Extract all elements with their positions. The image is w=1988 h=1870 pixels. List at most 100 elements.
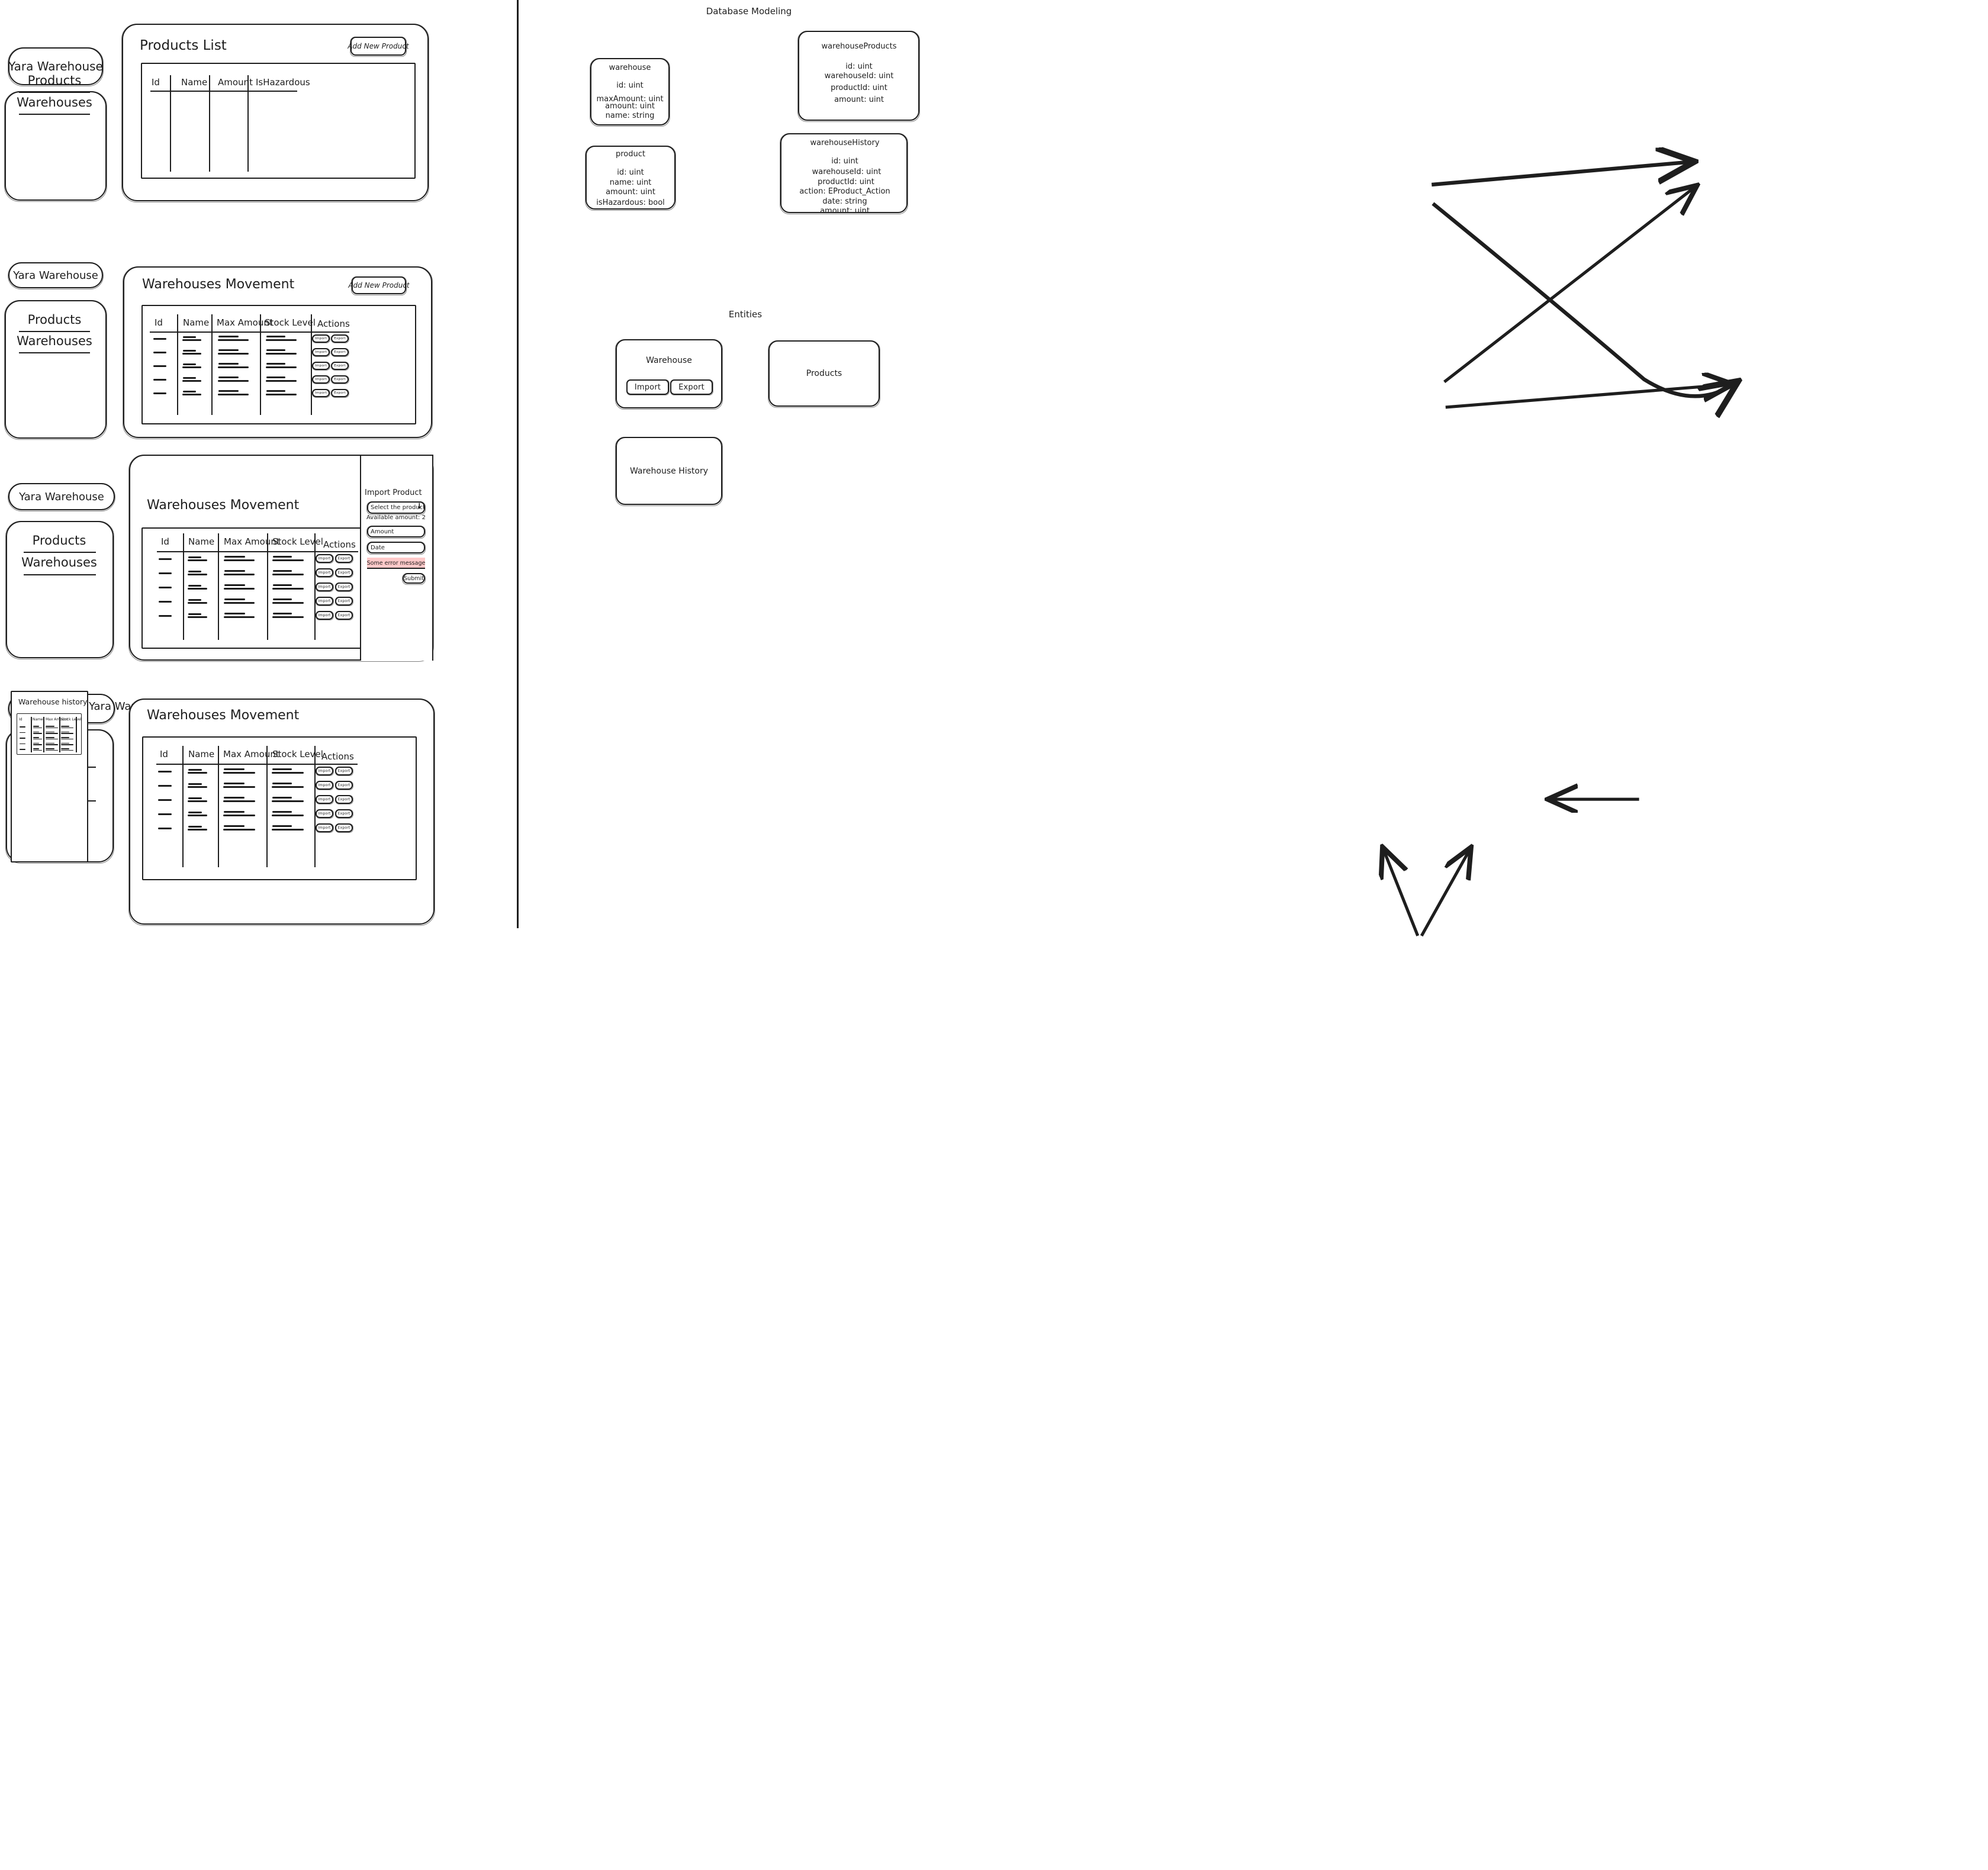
cell-placeholder-line [272, 825, 292, 827]
error-message: Some error message [366, 560, 426, 567]
row-import-button-3[interactable]: Import [315, 568, 334, 578]
modal-col-sep-a [31, 717, 32, 752]
cell-placeholder-line [188, 599, 201, 601]
cell-placeholder-line [188, 786, 207, 788]
db-field-whp-2: productId: uint [831, 83, 887, 92]
relation-warehouse-to-warehousehistory [1432, 202, 1735, 396]
row-export-button-2[interactable]: Export [330, 348, 349, 357]
row-import-button-3[interactable]: Import [315, 597, 334, 606]
row-import-button-2-label: Import [315, 391, 327, 395]
db-field-product-2: amount: uint [606, 188, 655, 197]
row-export-button-4-label: Export [337, 812, 350, 816]
row-export-button-3[interactable]: Export [334, 582, 353, 592]
table-col-sep-3b [218, 533, 219, 640]
table-col-sep-1c [247, 75, 249, 172]
cell-placeholder-line [61, 733, 73, 734]
row-export-button-2[interactable]: Export [330, 375, 349, 384]
db-field-whh-4: date: string [822, 197, 867, 206]
cell-placeholder-line [33, 742, 39, 744]
cell-placeholder-line [224, 768, 245, 770]
sidebar-item-products-2[interactable]: Products [28, 314, 82, 326]
row-import-button-2[interactable]: Import [311, 334, 330, 343]
db-field-product-3: isHazardous: bool [596, 198, 665, 207]
cell-placeholder-line [272, 574, 304, 575]
cell-placeholder-line [183, 363, 196, 365]
table-col-sep-2c [260, 314, 261, 415]
row-export-button-4-label: Export [337, 826, 350, 830]
row-export-button-2[interactable]: Export [330, 389, 349, 398]
cell-placeholder-line [188, 574, 207, 575]
row-import-button-4[interactable]: Import [315, 823, 334, 833]
cell-placeholder-line [224, 574, 255, 575]
cell-placeholder-line [272, 772, 304, 774]
row-export-button-4[interactable]: Export [334, 781, 353, 790]
sidebar-item-products-3[interactable]: Products [33, 535, 86, 547]
sidebar-item-warehouses-3[interactable]: Warehouses [21, 556, 97, 569]
row-export-button-4[interactable]: Export [334, 795, 353, 804]
cell-placeholder-line [159, 615, 172, 617]
cell-placeholder-line [272, 783, 292, 784]
cell-placeholder-line [33, 748, 39, 749]
cell-placeholder-line [266, 390, 285, 392]
db-field-whh-5: amount: uint [820, 207, 870, 215]
row-export-button-4[interactable]: Export [334, 809, 353, 819]
row-import-button-4-label: Import [318, 783, 331, 787]
entity-warehouse-export-label: Export [678, 382, 705, 392]
table-header-rule-3 [157, 551, 358, 552]
db-field-whh-1: warehouseId: uint [812, 168, 882, 176]
cell-placeholder-line [153, 379, 166, 381]
row-import-button-2[interactable]: Import [311, 389, 330, 398]
cell-placeholder-line [158, 828, 172, 829]
row-import-button-3[interactable]: Import [315, 611, 334, 620]
sidebar-item-products-1[interactable]: Products [28, 75, 82, 87]
cell-placeholder-line [182, 366, 201, 368]
row-import-button-2[interactable]: Import [311, 348, 330, 357]
cell-placeholder-line [182, 380, 201, 382]
brand-label-1: Yara Warehouse [8, 59, 103, 73]
row-import-button-4[interactable]: Import [315, 809, 334, 819]
relation-product-to-warehouseproducts [1443, 187, 1695, 384]
cell-placeholder-line [218, 353, 249, 355]
table-col-sep-2a [177, 314, 178, 415]
table-header-maxamount-3: Max Amount [224, 536, 280, 547]
row-export-button-3-label: Export [337, 571, 350, 575]
row-import-button-3[interactable]: Import [315, 554, 334, 564]
row-import-button-2[interactable]: Import [311, 375, 330, 384]
entity-warehouse-export-button[interactable]: Export [670, 379, 713, 395]
cell-placeholder-line [158, 799, 172, 801]
cell-placeholder-line [266, 336, 285, 337]
chevron-down-icon[interactable]: ↓ [416, 503, 423, 510]
row-import-button-3[interactable]: Import [315, 582, 334, 592]
page-title-3: Warehouses Movement [147, 498, 300, 513]
relation-product-to-warehousehistory [1445, 384, 1730, 409]
cell-placeholder-line [61, 748, 69, 749]
sidebar-item-warehouses-2[interactable]: Warehouses [17, 335, 92, 347]
row-import-button-4[interactable]: Import [315, 781, 334, 790]
cell-placeholder-line [188, 783, 202, 785]
row-export-button-3[interactable]: Export [334, 568, 353, 578]
cell-placeholder-line [188, 588, 207, 590]
cell-placeholder-line [61, 726, 69, 727]
sidebar-item-warehouses-1[interactable]: Warehouses [17, 96, 92, 109]
row-export-button-4[interactable]: Export [334, 823, 353, 833]
row-export-button-2[interactable]: Export [330, 334, 349, 343]
row-import-button-2[interactable]: Import [311, 362, 330, 371]
row-import-button-4[interactable]: Import [315, 767, 334, 776]
relation-history-to-import [1384, 850, 1420, 936]
row-export-button-3[interactable]: Export [334, 554, 353, 564]
row-export-button-3[interactable]: Export [334, 597, 353, 606]
row-export-button-4[interactable]: Export [334, 767, 353, 776]
cell-placeholder-line [224, 616, 255, 618]
row-export-button-2[interactable]: Export [330, 362, 349, 371]
cell-placeholder-line [272, 811, 292, 813]
row-import-button-2-label: Import [315, 350, 327, 354]
table-header-maxamount-4: Max Amount [223, 749, 279, 759]
db-table-product-name: product [615, 150, 646, 159]
cell-placeholder-line [272, 800, 304, 802]
cell-placeholder-line [33, 744, 42, 745]
row-import-button-4[interactable]: Import [315, 795, 334, 804]
row-export-button-3[interactable]: Export [334, 611, 353, 620]
entity-warehouse-import-button[interactable]: Import [626, 379, 670, 395]
db-table-warehouse-name: warehouse [609, 63, 651, 72]
submit-button-label: Submit [404, 575, 424, 582]
